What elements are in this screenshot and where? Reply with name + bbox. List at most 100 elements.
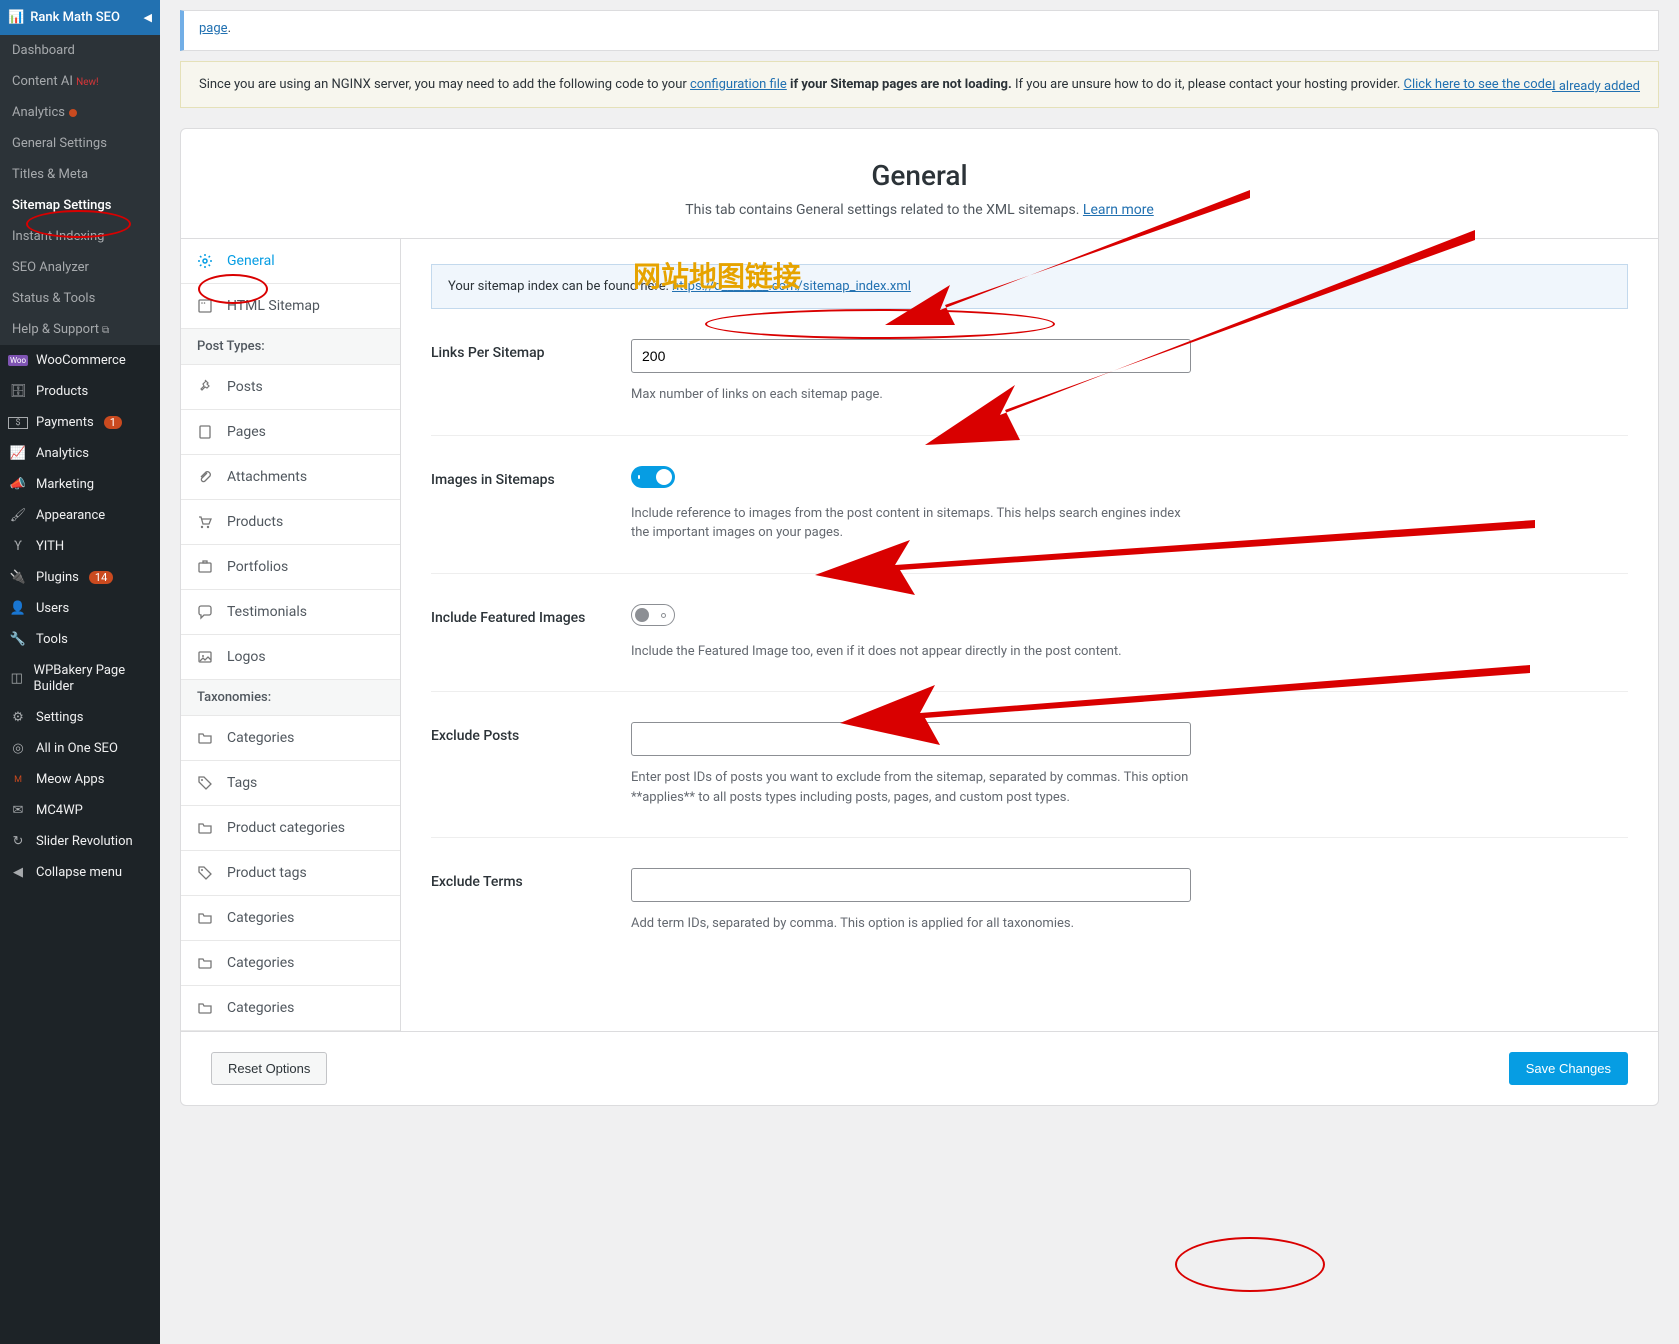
tab-general[interactable]: General (181, 239, 400, 284)
submenu-help-support[interactable]: Help & Support⧉ (0, 314, 160, 345)
megaphone-icon: 📣 (8, 477, 28, 492)
sidebar-item-settings[interactable]: ⚙Settings (0, 702, 160, 733)
wrench-icon: 🔧 (8, 632, 28, 647)
refresh-icon: ↻ (8, 834, 28, 849)
tab-section-post-types: Post Types: (181, 329, 400, 365)
sidebar-item-aioseo[interactable]: ◎All in One SEO (0, 733, 160, 764)
sliders-icon: ⚙ (8, 710, 28, 725)
input-links-per-sitemap[interactable] (631, 339, 1191, 373)
tag-icon (197, 775, 215, 791)
sidebar-item-collapse[interactable]: ◀Collapse menu (0, 857, 160, 888)
tab-product-categories[interactable]: Product categories (181, 806, 400, 851)
dollar-icon: $ (8, 417, 28, 429)
settings-column: Your sitemap index can be found here: ht… (401, 239, 1658, 1031)
collapse-icon: ◀ (8, 865, 28, 880)
tab-products[interactable]: Products (181, 500, 400, 545)
tabs-column: General HTML Sitemap Post Types: Posts P… (181, 239, 401, 1031)
payments-badge: 1 (104, 416, 122, 429)
sidebar-item-meow[interactable]: MMeow Apps (0, 764, 160, 795)
gear-icon (197, 253, 215, 269)
chart-icon: 📈 (8, 446, 28, 461)
admin-sidebar: 📊 Rank Math SEO ◀ Dashboard Content AI N… (0, 0, 160, 1344)
rankmath-icon: 📊 (8, 10, 24, 25)
sidebar-item-wpbakery[interactable]: ◫WPBakery Page Builder (0, 655, 160, 702)
submenu-sitemap-settings[interactable]: Sitemap Settings (0, 190, 160, 221)
pin-icon (197, 379, 215, 395)
tab-product-tags[interactable]: Product tags (181, 851, 400, 896)
tab-section-taxonomies: Taxonomies: (181, 680, 400, 716)
chevron-left-icon: ◀ (144, 11, 152, 24)
submenu-status-tools[interactable]: Status & Tools (0, 283, 160, 314)
sitemap-url-info: Your sitemap index can be found here: ht… (431, 264, 1628, 309)
sidebar-item-tools[interactable]: 🔧Tools (0, 624, 160, 655)
sidebar-item-slider-revolution[interactable]: ↻Slider Revolution (0, 826, 160, 857)
archive-icon: 🗄 (8, 384, 28, 399)
submenu-content-ai[interactable]: Content AI New! (0, 66, 160, 97)
sidebar-item-mc4wp[interactable]: ✉MC4WP (0, 795, 160, 826)
sidebar-item-marketing[interactable]: 📣Marketing (0, 469, 160, 500)
link-sitemap-url[interactable]: https://d________.com/sitemap_index.xml (672, 279, 911, 294)
notice-top-link[interactable]: page (199, 21, 228, 36)
folder-icon (197, 1000, 215, 1016)
chat-icon (197, 604, 215, 620)
user-icon: 👤 (8, 601, 28, 616)
tab-html-sitemap[interactable]: HTML Sitemap (181, 284, 400, 329)
folder-icon (197, 910, 215, 926)
tab-posts[interactable]: Posts (181, 365, 400, 410)
link-see-code[interactable]: Click here to see the code. (1404, 77, 1556, 92)
annotation-ellipse-save-button (1175, 1237, 1325, 1292)
image-icon (197, 649, 215, 665)
tab-pages[interactable]: Pages (181, 410, 400, 455)
external-link-icon: ⧉ (102, 325, 109, 336)
submenu-dashboard[interactable]: Dashboard (0, 35, 160, 66)
submenu-analytics[interactable]: Analytics (0, 97, 160, 128)
sidebar-item-appearance[interactable]: 🖌Appearance (0, 500, 160, 531)
tab-attachments[interactable]: Attachments (181, 455, 400, 500)
setting-exclude-terms: Exclude Terms Add term IDs, separated by… (431, 868, 1628, 964)
tab-logos[interactable]: Logos (181, 635, 400, 680)
reset-options-button[interactable]: Reset Options (211, 1052, 327, 1085)
tab-categories-4[interactable]: Categories (181, 986, 400, 1031)
link-learn-more[interactable]: Learn more (1083, 202, 1154, 218)
mc4wp-icon: ✉ (8, 803, 28, 818)
tag-icon (197, 865, 215, 881)
setting-images-in-sitemaps: Images in Sitemaps Include reference to … (431, 466, 1628, 574)
notification-dot-icon (69, 109, 77, 117)
sidebar-item-woocommerce[interactable]: WooWooCommerce (0, 345, 160, 376)
page-icon (197, 424, 215, 440)
toggle-featured-images[interactable] (631, 604, 675, 626)
tab-categories-2[interactable]: Categories (181, 896, 400, 941)
sidebar-item-payments[interactable]: $Payments1 (0, 407, 160, 438)
setting-links-per-sitemap: Links Per Sitemap Max number of links on… (431, 339, 1628, 436)
tab-tags[interactable]: Tags (181, 761, 400, 806)
tab-portfolios[interactable]: Portfolios (181, 545, 400, 590)
meow-icon: M (8, 775, 28, 785)
submenu-instant-indexing[interactable]: Instant Indexing (0, 221, 160, 252)
submenu-seo-analyzer[interactable]: SEO Analyzer (0, 252, 160, 283)
sidebar-item-users[interactable]: 👤Users (0, 593, 160, 624)
save-changes-button[interactable]: Save Changes (1509, 1052, 1628, 1085)
sidebar-item-plugins[interactable]: 🔌Plugins14 (0, 562, 160, 593)
aioseo-icon: ◎ (8, 741, 28, 756)
tab-testimonials[interactable]: Testimonials (181, 590, 400, 635)
sidebar-item-yith[interactable]: ϒYITH (0, 531, 160, 562)
setting-exclude-posts: Exclude Posts Enter post IDs of posts yo… (431, 722, 1628, 838)
cart-icon (197, 514, 215, 530)
clip-icon (197, 469, 215, 485)
link-configuration-file[interactable]: configuration file (690, 77, 787, 92)
tab-categories-1[interactable]: Categories (181, 716, 400, 761)
tab-categories-3[interactable]: Categories (181, 941, 400, 986)
link-already-added[interactable]: I already added (1552, 79, 1640, 94)
page-title: General (201, 159, 1638, 192)
sidebar-item-analytics[interactable]: 📈Analytics (0, 438, 160, 469)
submenu-general-settings[interactable]: General Settings (0, 128, 160, 159)
sidebar-item-products[interactable]: 🗄Products (0, 376, 160, 407)
input-exclude-terms[interactable] (631, 868, 1191, 902)
submenu-titles-meta[interactable]: Titles & Meta (0, 159, 160, 190)
footer-actions: Reset Options Save Changes (181, 1031, 1658, 1105)
input-exclude-posts[interactable] (631, 722, 1191, 756)
wpbakery-icon: ◫ (8, 671, 26, 686)
toggle-images-in-sitemaps[interactable] (631, 466, 675, 488)
portfolio-icon (197, 559, 215, 575)
sidebar-header-rankmath[interactable]: 📊 Rank Math SEO ◀ (0, 0, 160, 35)
